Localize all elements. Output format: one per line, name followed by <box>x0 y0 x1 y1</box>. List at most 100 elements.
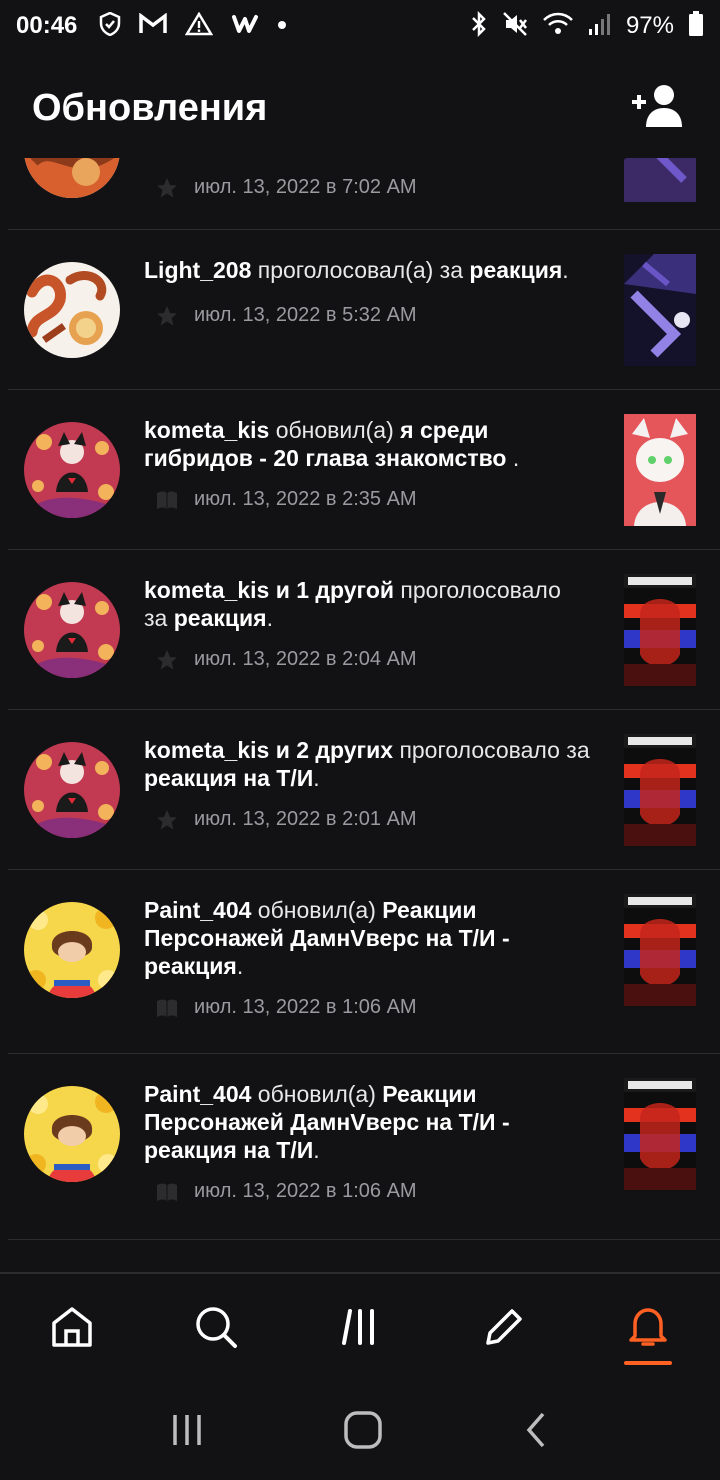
item-target[interactable]: реакция <box>174 605 267 631</box>
story-cover[interactable] <box>624 894 696 1006</box>
active-indicator <box>624 1361 672 1365</box>
item-action: обновил(а) <box>257 897 376 923</box>
story-cover[interactable] <box>624 1078 696 1190</box>
star-icon <box>156 809 178 830</box>
item-timestamp: июл. 13, 2022 в 1:06 AM <box>194 1180 417 1202</box>
add-user-icon <box>630 84 686 133</box>
item-timestamp: июл. 13, 2022 в 2:04 AM <box>194 648 417 670</box>
story-cover[interactable] <box>624 734 696 846</box>
list-item[interactable]: kometa_kis и 2 других проголосовало за р… <box>8 710 720 870</box>
star-icon <box>156 177 178 198</box>
item-meta: июл. 13, 2022 в 1:06 AM <box>156 1180 417 1203</box>
book-icon <box>156 1182 178 1202</box>
item-text: Paint_404 обновил(а) Реакции Персонажей … <box>144 1080 590 1164</box>
avatar[interactable] <box>24 582 120 678</box>
item-text: Paint_404 обновил(а) Реакции Персонажей … <box>144 896 590 980</box>
star-icon <box>156 649 178 670</box>
story-cover[interactable] <box>624 158 696 202</box>
warning-icon <box>185 11 214 41</box>
item-actor[interactable]: kometa_kis и 2 других <box>144 737 393 763</box>
nav-notifications[interactable] <box>608 1289 688 1369</box>
battery-icon <box>688 10 704 42</box>
item-timestamp: июл. 13, 2022 в 1:06 AM <box>194 996 417 1018</box>
item-meta: июл. 13, 2022 в 2:01 AM <box>156 808 417 831</box>
book-icon <box>156 998 178 1018</box>
bell-icon <box>625 1304 671 1355</box>
status-left-icons <box>99 11 287 41</box>
star-icon <box>156 305 178 326</box>
list-item[interactable]: Paint_404 обновил(а) Реакции Персонажей … <box>8 870 720 1054</box>
wifi-icon <box>542 11 574 42</box>
search-icon <box>194 1305 238 1354</box>
avatar[interactable] <box>24 262 120 358</box>
app-header: Обновления <box>0 60 720 156</box>
shield-icon <box>99 11 121 41</box>
list-item[interactable]: Paint_404 обновил(а) Реакции Персонажей … <box>8 1054 720 1240</box>
story-cover[interactable] <box>624 414 696 526</box>
avatar[interactable] <box>24 902 120 998</box>
avatar[interactable] <box>24 742 120 838</box>
gmail-icon <box>139 12 168 40</box>
item-meta: июл. 13, 2022 в 7:02 AM <box>156 176 417 199</box>
avatar[interactable] <box>24 422 120 518</box>
item-actor[interactable]: kometa_kis <box>144 417 269 443</box>
item-action: обновил(а) <box>257 1081 376 1107</box>
item-target[interactable]: реакция на Т/И <box>144 765 313 791</box>
list-item[interactable]: июл. 13, 2022 в 7:02 AM <box>8 158 720 230</box>
item-target[interactable]: реакция <box>469 257 562 283</box>
item-actor[interactable]: Light_208 <box>144 257 251 283</box>
dot-icon <box>277 17 287 35</box>
item-suffix: . <box>313 1137 320 1163</box>
nav-home[interactable] <box>32 1289 112 1369</box>
signal-icon <box>588 12 612 41</box>
status-bar: 00:46 97% <box>0 0 720 52</box>
list-item[interactable]: Light_208 проголосовал(а) за реакция. ию… <box>8 230 720 390</box>
item-suffix: . <box>266 605 273 631</box>
item-action: обновил(а) <box>275 417 394 443</box>
list-item[interactable]: kometa_kis обновил(а) я среди гибридов -… <box>8 390 720 550</box>
item-timestamp: июл. 13, 2022 в 7:02 AM <box>194 176 417 198</box>
system-back-button[interactable] <box>521 1410 551 1455</box>
item-text: Light_208 проголосовал(а) за реакция. <box>144 256 590 284</box>
item-suffix: . <box>562 257 569 283</box>
nav-write[interactable] <box>464 1289 544 1369</box>
pencil-icon <box>482 1305 526 1354</box>
item-actor[interactable]: kometa_kis и 1 другой <box>144 577 394 603</box>
item-timestamp: июл. 13, 2022 в 2:35 AM <box>194 488 417 510</box>
battery-percent: 97% <box>625 12 674 39</box>
system-home-button[interactable] <box>343 1410 383 1455</box>
status-right-icons: 97% <box>470 10 704 42</box>
item-actor[interactable]: Paint_404 <box>144 897 251 923</box>
status-time: 00:46 <box>16 12 78 39</box>
nav-search[interactable] <box>176 1289 256 1369</box>
back-icon <box>521 1412 551 1454</box>
item-suffix: . <box>236 953 244 979</box>
home-icon <box>50 1305 94 1354</box>
feed-list: июл. 13, 2022 в 7:02 AM Light_208 прогол… <box>0 158 720 1240</box>
item-meta: июл. 13, 2022 в 2:04 AM <box>156 648 417 671</box>
item-suffix: . <box>506 445 520 471</box>
list-item[interactable]: kometa_kis и 1 другой проголосовало за р… <box>8 550 720 710</box>
story-cover[interactable] <box>624 574 696 686</box>
recents-button[interactable] <box>169 1412 205 1453</box>
story-cover[interactable] <box>624 254 696 366</box>
avatar[interactable] <box>24 1086 120 1182</box>
item-text: kometa_kis и 1 другой проголосовало за р… <box>144 576 590 632</box>
item-actor[interactable]: Paint_404 <box>144 1081 251 1107</box>
nav-library[interactable] <box>320 1289 400 1369</box>
page-title: Обновления <box>32 86 268 129</box>
recents-icon <box>169 1414 205 1452</box>
avatar[interactable] <box>24 158 120 198</box>
item-text: kometa_kis обновил(а) я среди гибридов -… <box>144 416 590 472</box>
system-navigation <box>0 1384 720 1480</box>
bottom-navigation <box>0 1272 720 1384</box>
library-icon <box>340 1307 380 1352</box>
item-timestamp: июл. 13, 2022 в 2:01 AM <box>194 808 417 830</box>
notifications-feed[interactable]: июл. 13, 2022 в 7:02 AM Light_208 прогол… <box>0 158 720 1272</box>
wattpad-icon <box>231 13 259 40</box>
item-suffix: . <box>313 765 320 791</box>
mute-icon <box>502 11 528 42</box>
home-circle-icon <box>343 1410 383 1454</box>
add-user-button[interactable] <box>628 78 688 138</box>
item-meta: июл. 13, 2022 в 5:32 AM <box>156 304 417 327</box>
